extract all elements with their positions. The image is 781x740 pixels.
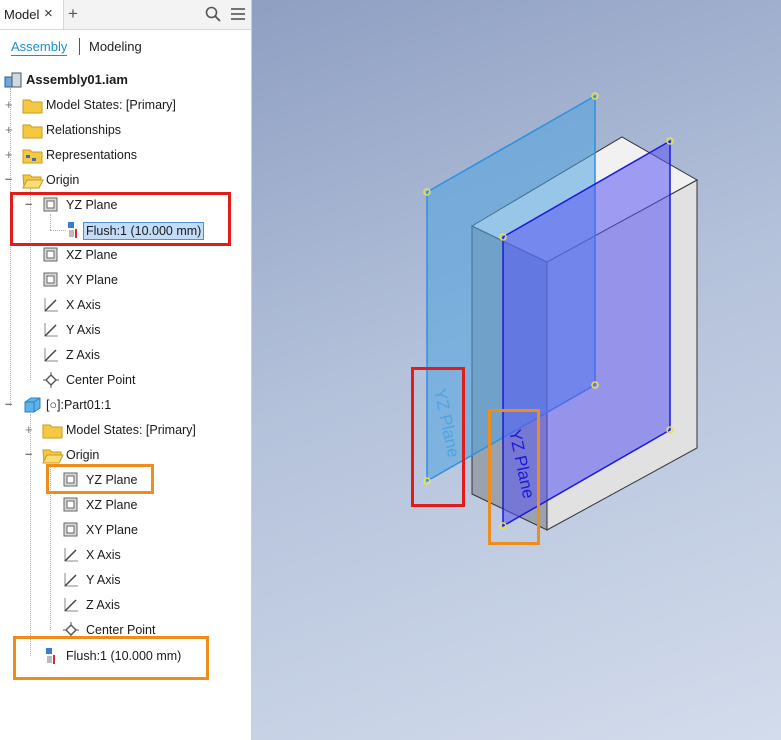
tree-label: Y Axis — [66, 323, 101, 337]
tree-connector — [50, 214, 51, 230]
expand-icon[interactable]: + — [5, 94, 13, 116]
tree-label: X Axis — [66, 298, 101, 312]
flush-constraint-icon — [46, 648, 55, 664]
expand-icon[interactable]: + — [5, 119, 13, 141]
assembly-icon — [4, 72, 22, 88]
tree-label: Origin — [66, 448, 100, 462]
plane-icon — [43, 247, 58, 262]
plane-icon — [43, 197, 58, 212]
tree-connector — [50, 464, 51, 630]
tree-label: Model States: [Primary] — [66, 423, 196, 437]
collapse-icon[interactable]: – — [5, 393, 12, 415]
axis-icon — [44, 323, 58, 337]
browser-subtabs: Assembly Modeling — [0, 30, 251, 64]
tree-label: XZ Plane — [66, 248, 118, 262]
plane-icon — [63, 522, 78, 537]
collapse-icon[interactable]: – — [25, 193, 32, 215]
open-folder-icon — [22, 174, 44, 189]
expand-icon[interactable]: + — [5, 144, 13, 166]
menu-icon[interactable] — [230, 6, 246, 22]
tab-separator — [79, 38, 80, 55]
tab-modeling[interactable]: Modeling — [89, 39, 142, 54]
tree-label: XY Plane — [66, 273, 118, 287]
tree-label: Y Axis — [86, 573, 121, 587]
graphics-viewport[interactable]: YZ Plane YZ Plane — [252, 0, 781, 740]
plane-icon — [63, 472, 78, 487]
add-tab-icon[interactable]: + — [68, 4, 78, 24]
search-icon[interactable] — [205, 6, 221, 22]
axis-icon — [64, 598, 78, 612]
center-point-icon — [43, 372, 59, 388]
tree-label: Center Point — [66, 373, 136, 387]
collapse-icon[interactable]: – — [25, 443, 32, 465]
part-icon — [24, 397, 41, 413]
tree-label: Model States: [Primary] — [46, 98, 176, 112]
axis-icon — [64, 573, 78, 587]
tree-label: [○]:Part01:1 — [46, 398, 112, 412]
tree-label: Z Axis — [86, 598, 121, 612]
axis-icon — [44, 298, 58, 312]
collapse-icon[interactable]: – — [5, 168, 12, 190]
tree-label: Origin — [46, 173, 80, 187]
tree-label: YZ Plane — [66, 198, 118, 212]
tree-label: Assembly01.iam — [26, 72, 128, 87]
tree-label: X Axis — [86, 548, 121, 562]
center-point-icon — [63, 622, 79, 638]
browser-tab-bar: Model × + — [0, 0, 251, 30]
model-scene[interactable]: YZ Plane YZ Plane — [252, 0, 781, 740]
tab-assembly[interactable]: Assembly — [11, 39, 68, 56]
tab-model-label: Model — [4, 7, 40, 22]
open-folder-icon — [42, 449, 64, 464]
folder-icon — [42, 424, 63, 439]
tree-label: XY Plane — [86, 523, 138, 537]
folder-icon — [22, 124, 43, 139]
folder-icon — [22, 99, 43, 114]
tree-label: YZ Plane — [86, 473, 138, 487]
tree-label: Flush:1 (10.000 mm) — [83, 222, 205, 240]
expand-icon[interactable]: + — [25, 419, 33, 441]
flush-constraint-icon — [68, 222, 77, 238]
tree-label: Z Axis — [66, 348, 101, 362]
tab-model[interactable]: Model × — [0, 0, 64, 29]
tree-label: XZ Plane — [86, 498, 138, 512]
representations-folder-icon — [22, 149, 43, 164]
close-icon[interactable]: × — [44, 5, 53, 22]
tree-connector — [50, 230, 66, 231]
plane-icon — [63, 497, 78, 512]
tree-label: Flush:1 (10.000 mm) — [66, 649, 182, 663]
tree-label: Representations — [46, 148, 138, 162]
axis-icon — [44, 348, 58, 362]
model-browser-panel: Model × + Assembly Modeling Assembly01.i… — [0, 0, 252, 740]
axis-icon — [64, 548, 78, 562]
tree-label: Center Point — [86, 623, 156, 637]
tree-connector — [30, 188, 31, 380]
tree-label: Relationships — [46, 123, 122, 137]
plane-icon — [43, 272, 58, 287]
